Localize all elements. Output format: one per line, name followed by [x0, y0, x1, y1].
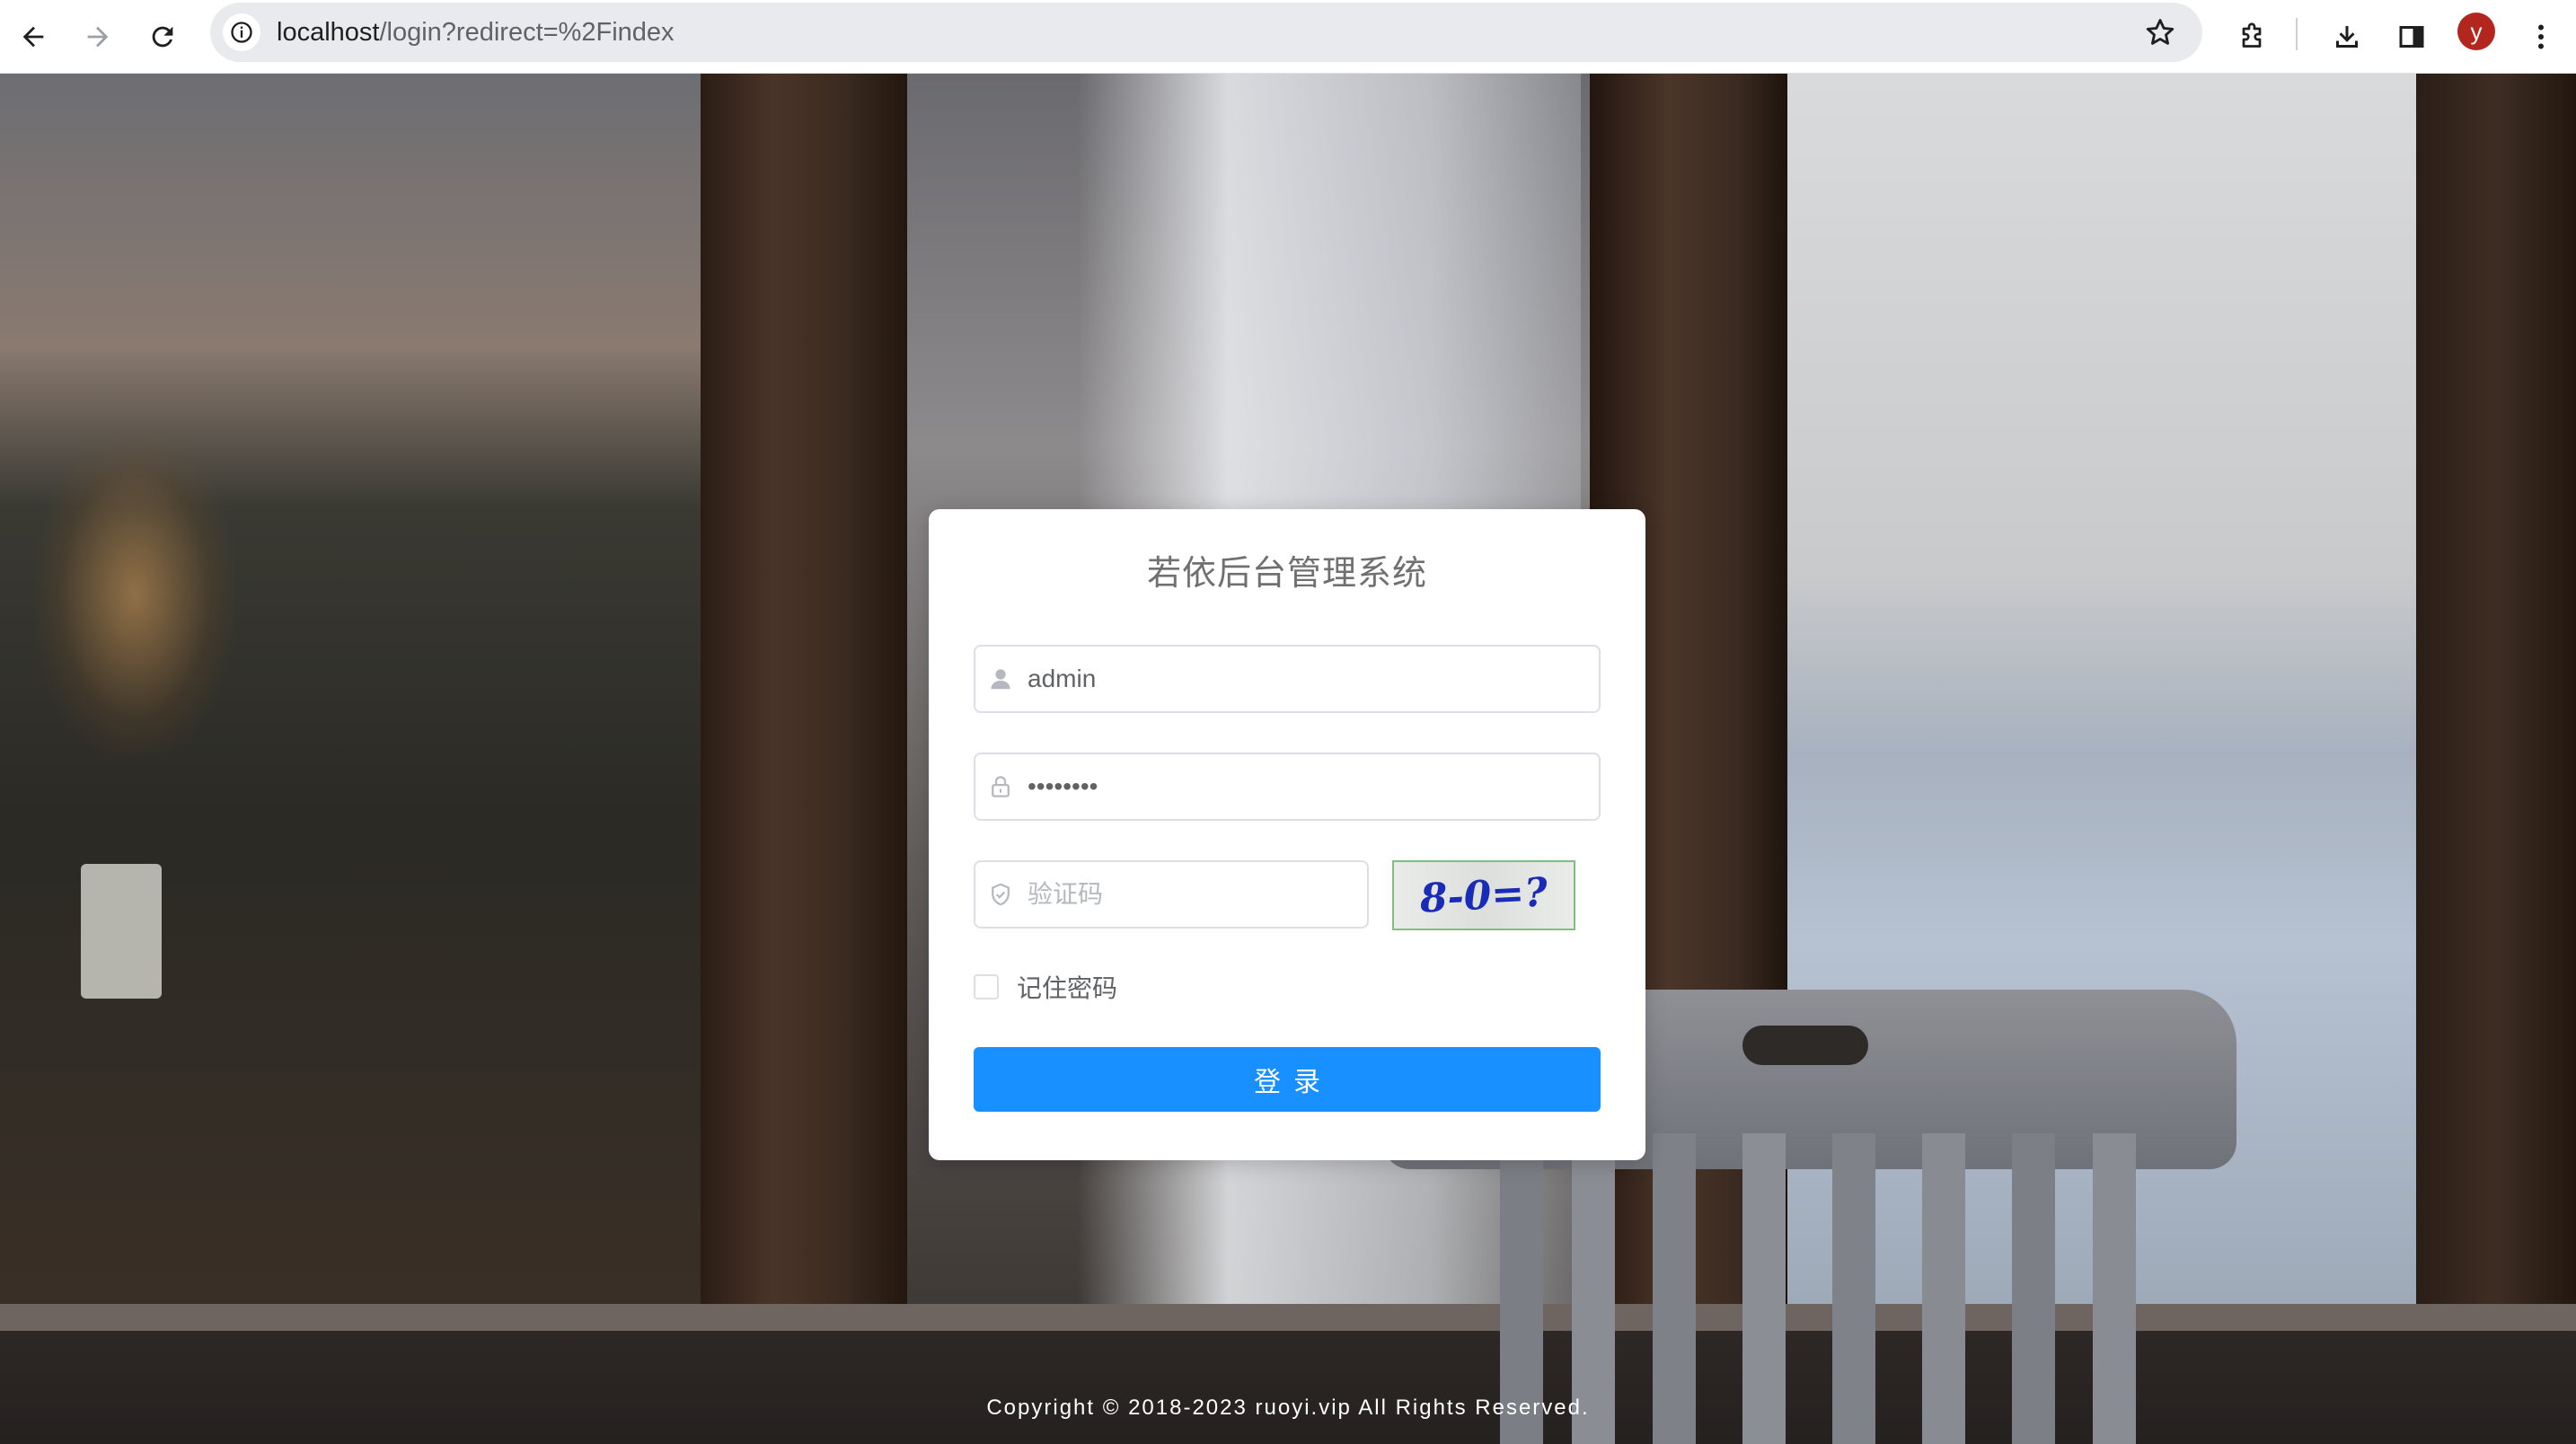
captcha-text: 8-0=? [1418, 869, 1550, 921]
site-info-button[interactable] [223, 13, 260, 51]
reload-icon [152, 26, 173, 48]
side-panel-button[interactable] [2386, 11, 2438, 63]
kebab-menu-icon [2538, 24, 2544, 49]
download-icon [2336, 26, 2358, 48]
username-field[interactable] [974, 645, 1601, 713]
login-button[interactable]: 登录 [974, 1047, 1601, 1112]
info-icon [231, 22, 252, 43]
captcha-input[interactable] [1028, 862, 1353, 927]
login-page: 若依后台管理系统 admin •••••••• 验证码 8-0=? 记住密码 登… [0, 74, 2576, 1444]
username-input[interactable] [1028, 647, 1584, 711]
remember-checkbox[interactable] [974, 974, 999, 999]
login-title: 若依后台管理系统 [1146, 555, 1427, 593]
remember-label: 记住密码 [1017, 974, 1118, 1002]
shield-icon [984, 878, 1017, 911]
login-form: 若依后台管理系统 admin •••••••• 验证码 8-0=? 记住密码 登… [929, 509, 1645, 1160]
captcha-field[interactable] [974, 860, 1369, 929]
address-bar[interactable]: localhost/login?redirect=%2Findex [210, 3, 2202, 62]
lock-icon [984, 770, 1017, 803]
extensions-button[interactable] [2226, 11, 2278, 63]
url-host: localhost [277, 18, 380, 47]
downloads-button[interactable] [2321, 11, 2373, 63]
reload-button[interactable] [137, 11, 189, 63]
url-text[interactable]: localhost/login?redirect=%2Findex [277, 3, 675, 62]
side-panel-icon [2399, 26, 2424, 48]
browser-menu-button[interactable] [2515, 11, 2567, 63]
profile-avatar[interactable]: y [2457, 13, 2495, 50]
back-button[interactable] [7, 11, 59, 63]
captcha-image[interactable]: 8-0=? [1392, 860, 1575, 930]
forward-button[interactable] [72, 11, 124, 63]
puzzle-icon [2242, 22, 2262, 48]
browser-toolbar: localhost/login?redirect=%2Findex y [0, 0, 2576, 74]
arrow-left-icon [22, 26, 44, 48]
remember-password[interactable]: 记住密码 [974, 969, 1117, 1005]
url-path: /login?redirect=%2Findex [379, 18, 675, 47]
password-field[interactable] [974, 753, 1601, 821]
copyright-footer: Copyright © 2018-2023 ruoyi.vip All Righ… [986, 1396, 1590, 1420]
star-icon[interactable] [2143, 15, 2177, 49]
arrow-right-icon [87, 26, 109, 48]
user-icon [984, 663, 1017, 695]
password-input[interactable] [1028, 754, 1584, 819]
toolbar-separator [2296, 18, 2298, 50]
